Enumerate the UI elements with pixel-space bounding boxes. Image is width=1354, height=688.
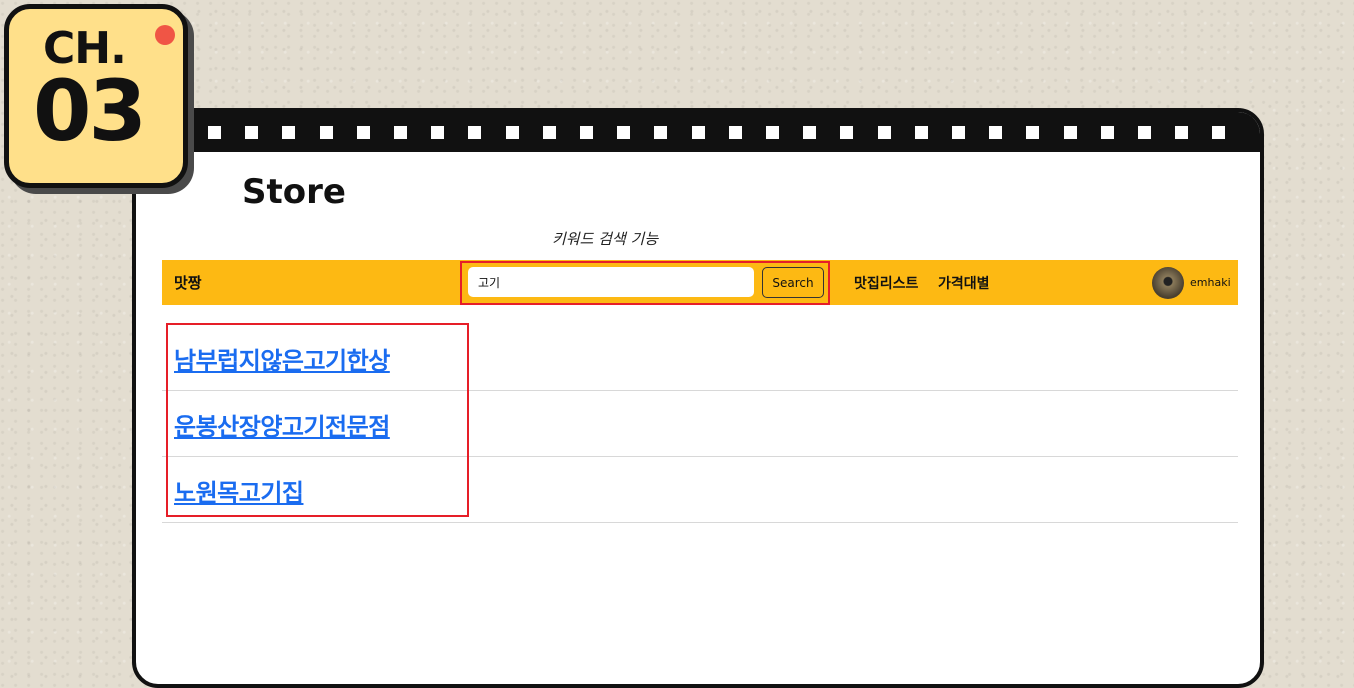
film-hole (914, 126, 928, 139)
film-hole (542, 126, 556, 139)
film-hole (840, 126, 854, 139)
nav-link-restaurant-list[interactable]: 맛집리스트 (854, 273, 918, 293)
film-hole (394, 126, 407, 139)
red-dot-icon (155, 25, 175, 45)
film-hole (803, 126, 817, 139)
slide-caption: 키워드 검색 기능 (552, 230, 659, 248)
film-hole (282, 126, 296, 139)
brand-link[interactable]: 맛짱 (174, 272, 202, 293)
film-hole (505, 126, 519, 139)
film-hole (431, 126, 445, 139)
film-hole (468, 126, 482, 139)
film-strip (136, 112, 1260, 152)
film-hole (952, 126, 965, 139)
username[interactable]: emhaki (1190, 276, 1231, 289)
film-hole (989, 126, 1003, 139)
chapter-number: 03 (33, 62, 147, 160)
avatar[interactable] (1152, 267, 1184, 299)
chapter-badge: CH. 03 (4, 4, 188, 188)
results-highlight-box (166, 323, 469, 517)
slide-title: Store (242, 172, 346, 212)
film-hole (1138, 126, 1151, 139)
film-hole (728, 126, 742, 139)
navbar: 맛짱 Search 맛집리스트 가격대별 emhaki (162, 260, 1238, 305)
film-hole (356, 126, 370, 139)
film-hole (1026, 126, 1040, 139)
film-hole (877, 126, 891, 139)
film-hole (245, 126, 259, 139)
film-hole (654, 126, 668, 139)
search-input[interactable] (468, 267, 754, 297)
film-hole (1063, 126, 1077, 139)
film-hole (691, 126, 705, 139)
film-hole (1100, 126, 1114, 139)
film-hole (766, 126, 779, 139)
film-hole (1175, 126, 1189, 139)
film-hole (580, 126, 593, 139)
film-hole (208, 126, 221, 139)
nav-link-price-range[interactable]: 가격대별 (938, 273, 990, 293)
film-hole (617, 126, 631, 139)
film-hole (1212, 126, 1226, 139)
search-button[interactable]: Search (762, 267, 824, 298)
film-hole (319, 126, 333, 139)
